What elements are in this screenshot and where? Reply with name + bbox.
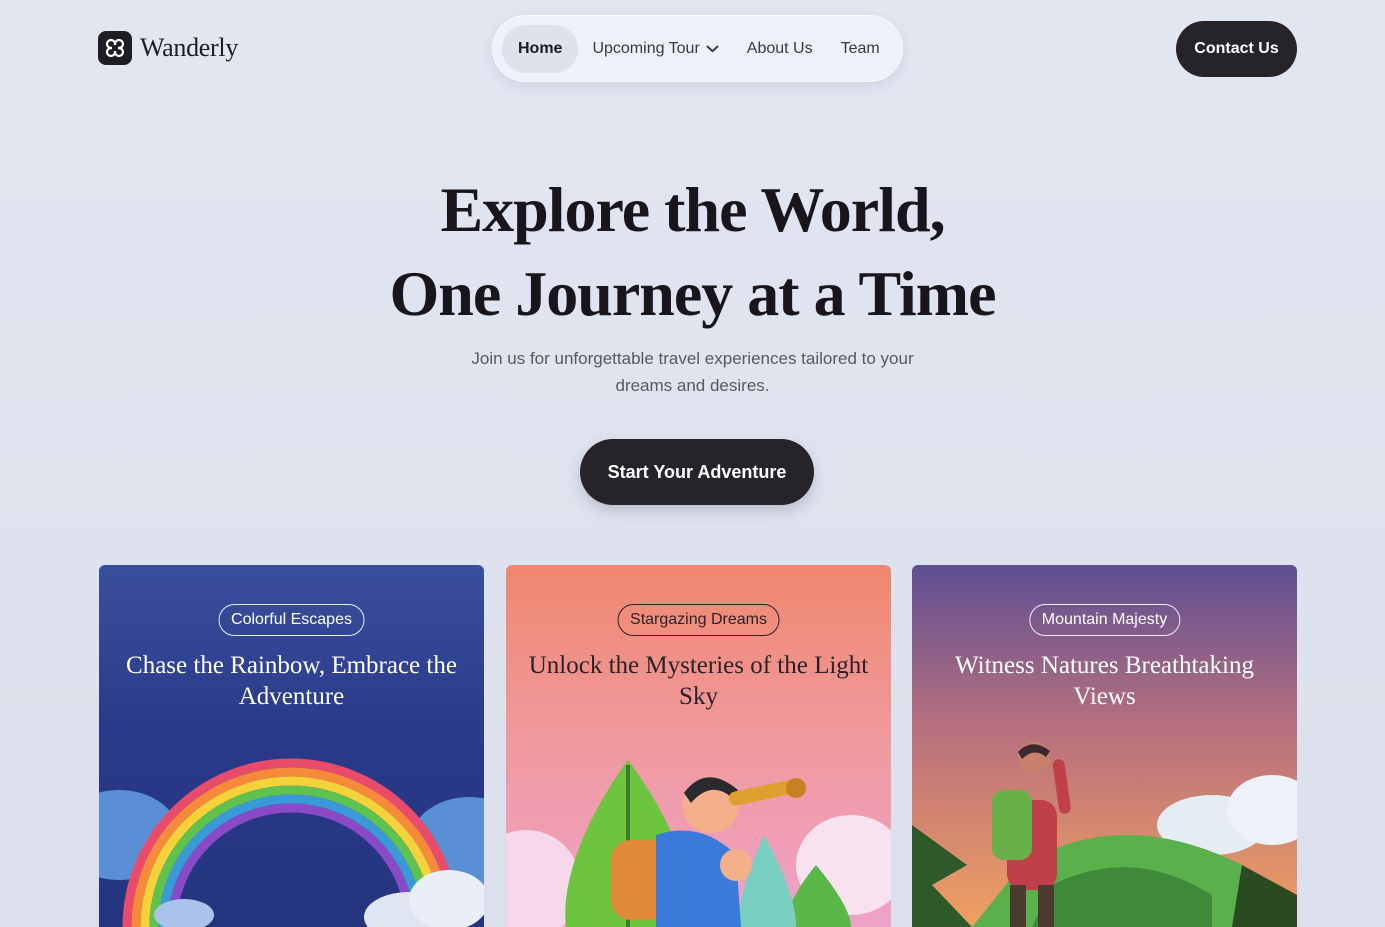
card-title: Chase the Rainbow, Embrace the Adventure bbox=[126, 652, 457, 710]
nav-item-label: Upcoming Tour bbox=[592, 39, 700, 57]
hero-title-line-2: One Journey at a Time bbox=[389, 258, 997, 329]
card-tag: Mountain Majesty bbox=[1028, 604, 1181, 636]
card-title: Witness Natures Breathtaking Views bbox=[955, 652, 1254, 710]
nav-item-label: About Us bbox=[746, 39, 813, 57]
contact-us-button[interactable]: Contact Us bbox=[1176, 21, 1297, 77]
chevron-down-icon bbox=[706, 45, 719, 53]
start-adventure-button[interactable]: Start Your Adventure bbox=[580, 439, 814, 505]
hero-title-line-1: Explore the World, bbox=[440, 174, 945, 245]
tour-card-colorful-escapes[interactable]: Colorful Escapes Chase the Rainbow, Embr… bbox=[99, 565, 484, 927]
nav-item-label: Team bbox=[840, 39, 880, 57]
main-nav: Home Upcoming Tour About Us Team bbox=[492, 15, 903, 82]
nav-item-home[interactable]: Home bbox=[502, 24, 579, 73]
brand-logo[interactable]: Wanderly bbox=[98, 31, 238, 65]
clover-logo-icon bbox=[98, 31, 132, 65]
nav-item-team[interactable]: Team bbox=[827, 25, 894, 73]
card-tag: Colorful Escapes bbox=[218, 604, 365, 636]
tour-card-mountain-majesty[interactable]: Mountain Majesty Witness Natures Breatht… bbox=[912, 565, 1297, 927]
nav-item-label: Home bbox=[518, 39, 563, 57]
hero-subtitle: Join us for unforgettable travel experie… bbox=[471, 349, 914, 395]
tour-card-stargazing-dreams[interactable]: Stargazing Dreams Unlock the Mysteries o… bbox=[506, 565, 891, 927]
hero-title: Explore the World, One Journey at a Time bbox=[0, 168, 1385, 336]
card-title: Unlock the Mysteries of the Light Sky bbox=[528, 652, 869, 710]
nav-item-about-us[interactable]: About Us bbox=[733, 25, 827, 73]
nav-item-upcoming-tour[interactable]: Upcoming Tour bbox=[578, 25, 732, 73]
brand-name: Wanderly bbox=[140, 33, 239, 62]
card-tag: Stargazing Dreams bbox=[617, 604, 780, 636]
